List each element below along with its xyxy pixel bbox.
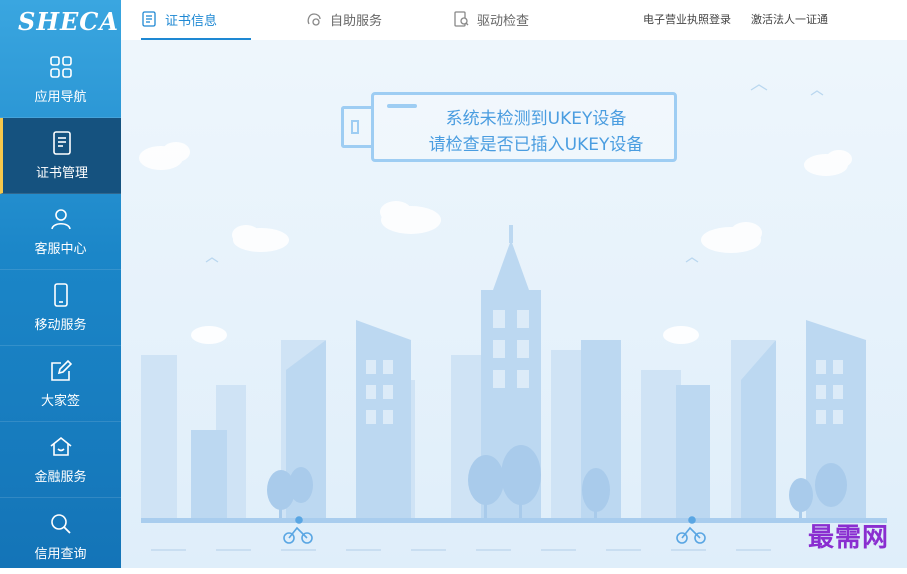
sidebar-item-mobile-service[interactable]: 移动服务	[0, 270, 121, 346]
logo-text: SHECA	[18, 6, 120, 36]
tab-driver-check[interactable]: 驱动检查	[453, 0, 529, 38]
activate-legal-person-link[interactable]: 激活法人一证通	[751, 11, 828, 27]
sidebar-item-label: 移动服务	[34, 318, 87, 333]
search-icon	[50, 513, 71, 534]
sidebar-item-label: 金融服务	[34, 470, 87, 485]
user-icon	[50, 209, 71, 230]
self-service-icon	[307, 13, 321, 26]
top-tab-bar: 证书信息 自助服务 驱动检查 电子营业执照登录 激活法人一证通	[121, 0, 907, 41]
tab-label: 自助服务	[330, 13, 383, 29]
home-icon	[50, 436, 71, 456]
sidebar-item-label: 客服中心	[34, 242, 87, 257]
sidebar-item-financial-service[interactable]: 金融服务	[0, 422, 121, 498]
tab-label: 驱动检查	[477, 13, 530, 29]
tab-label: 证书信息	[165, 13, 218, 29]
ukey-slot-illustration	[351, 120, 359, 134]
sidebar-item-label: 信用查询	[34, 546, 87, 562]
sidebar-item-credit-query[interactable]: 信用查询	[0, 498, 121, 574]
tab-certificate-info[interactable]: 证书信息	[141, 0, 251, 40]
tab-self-service[interactable]: 自助服务	[306, 0, 382, 38]
sidebar-item-certificate-management[interactable]: 证书管理	[0, 118, 121, 194]
grid-icon	[49, 56, 72, 78]
main-panel: 证书信息 自助服务 驱动检查 电子营业执照登录 激活法人一证通 系统未检测到UK…	[121, 0, 907, 568]
certificate-icon	[53, 131, 71, 155]
ukey-not-detected-message: 系统未检测到UKEY设备	[445, 109, 627, 129]
sidebar-item-label: 应用导航	[34, 90, 87, 105]
ukey-insert-prompt-message: 请检查是否已插入UKEY设备	[428, 135, 644, 155]
sidebar-item-app-navigation[interactable]: 应用导航	[0, 42, 121, 118]
sidebar-item-label: 证书管理	[35, 166, 88, 181]
edit-icon	[50, 359, 72, 381]
sidebar-item-customer-service[interactable]: 客服中心	[0, 194, 121, 270]
sidebar-item-dajiaqian[interactable]: 大家签	[0, 346, 121, 422]
driver-check-icon	[454, 11, 469, 27]
sheca-logo: SHECA	[0, 0, 121, 42]
business-license-login-link[interactable]: 电子营业执照登录	[643, 11, 731, 27]
document-icon	[142, 11, 156, 27]
sidebar: SHECA 应用导航 证书管理 客服中心 移动服务 大家签 金融服务 信用查询	[0, 0, 121, 568]
sidebar-item-label: 大家签	[40, 394, 80, 409]
mobile-icon	[53, 283, 68, 307]
site-watermark: 最需网	[807, 523, 889, 553]
